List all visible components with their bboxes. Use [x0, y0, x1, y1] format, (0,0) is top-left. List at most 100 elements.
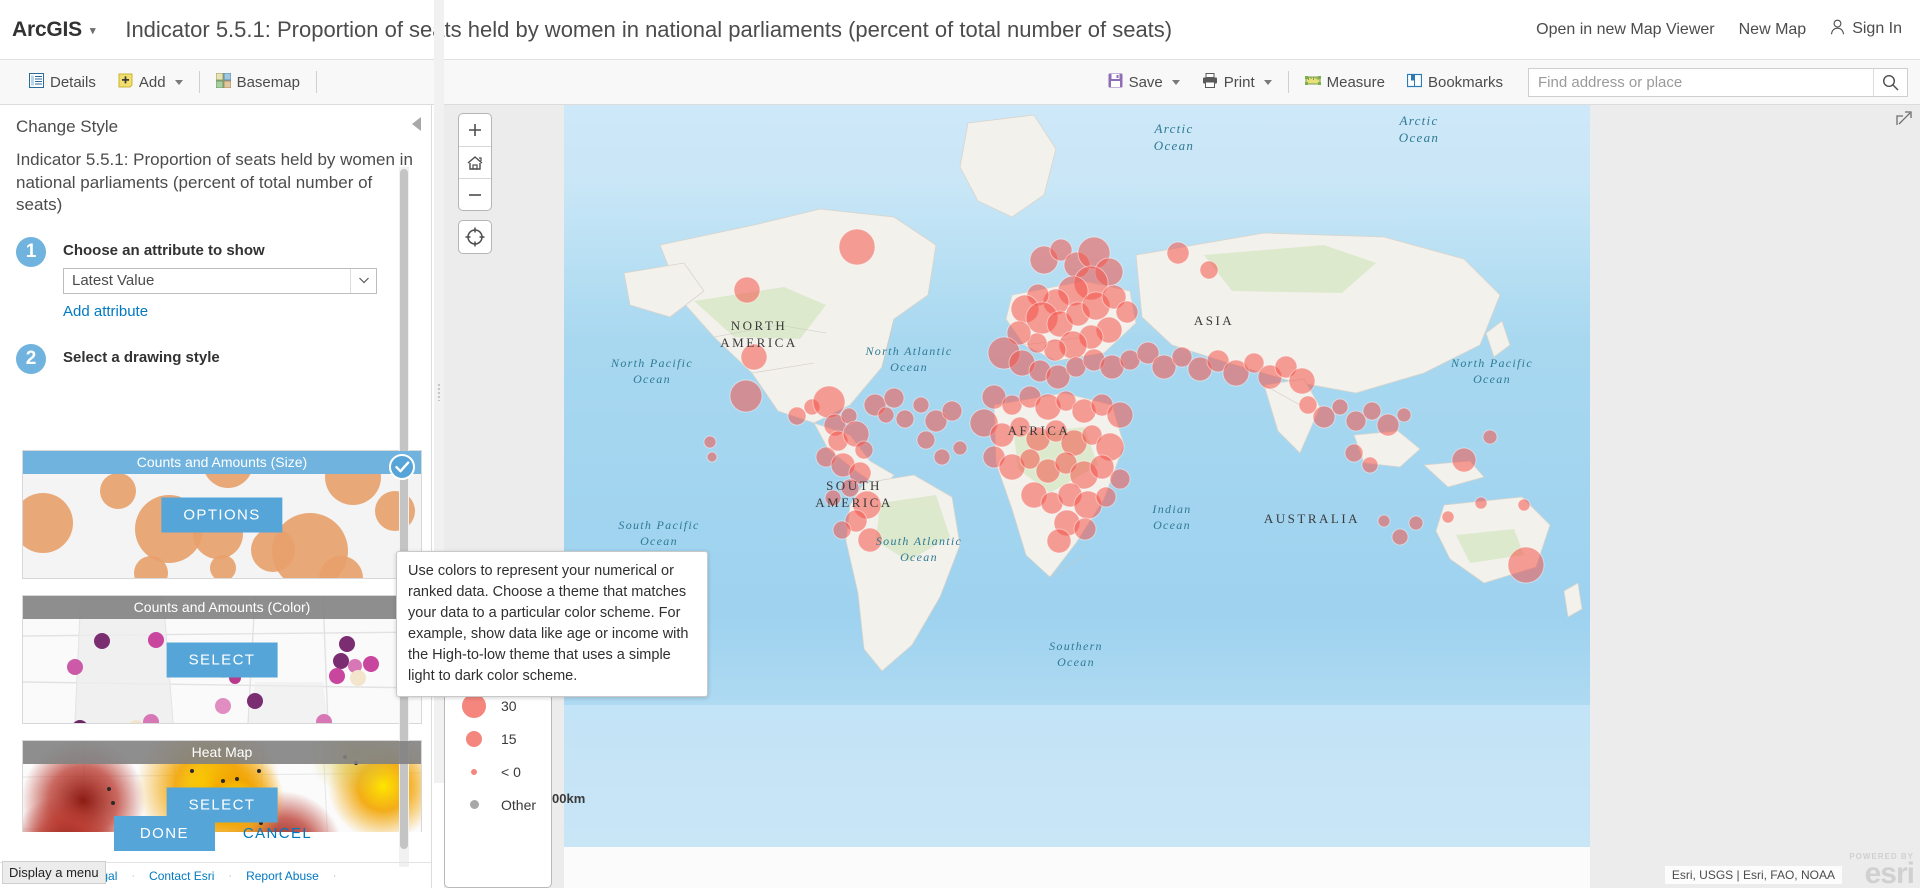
- map-data-point[interactable]: [1344, 443, 1364, 463]
- map-graphic: Arctic Ocean Arctic Ocean NORTH AMERICA SOUTH A…: [564, 105, 1590, 888]
- map-data-point[interactable]: [1288, 367, 1316, 395]
- map-data-point[interactable]: [733, 276, 761, 304]
- map-data-point[interactable]: [787, 406, 807, 426]
- map-data-point[interactable]: [912, 396, 930, 414]
- legend-label: Other: [501, 796, 537, 813]
- map-label: Ocean: [633, 372, 671, 386]
- search-box[interactable]: [1528, 67, 1908, 97]
- map-data-point[interactable]: [1408, 515, 1424, 531]
- collapse-left-arrow-icon[interactable]: [412, 117, 421, 131]
- map-data-point[interactable]: [1095, 486, 1117, 508]
- map-data-point[interactable]: [1109, 468, 1131, 490]
- map-data-point[interactable]: [1441, 510, 1455, 524]
- map-data-point[interactable]: [838, 228, 876, 266]
- add-button[interactable]: Add: [107, 65, 194, 99]
- map-data-point[interactable]: [1046, 528, 1072, 554]
- basemap-button[interactable]: Basemap: [205, 65, 311, 99]
- map-data-point[interactable]: [916, 430, 936, 450]
- map-data-point[interactable]: [1331, 398, 1349, 416]
- chevron-down-icon[interactable]: ▾: [90, 24, 96, 37]
- sign-in-link[interactable]: Sign In: [1830, 19, 1902, 40]
- bookmarks-button[interactable]: Bookmarks: [1396, 65, 1514, 99]
- map-data-point[interactable]: [952, 440, 968, 456]
- map-data-point[interactable]: [1361, 456, 1379, 474]
- map-data-point[interactable]: [812, 385, 846, 419]
- search-icon[interactable]: [1873, 68, 1907, 96]
- legend-label: < 0: [501, 763, 521, 780]
- map-data-point[interactable]: [1507, 546, 1545, 584]
- map-label: ASIA: [1194, 313, 1234, 328]
- map-data-point[interactable]: [706, 451, 718, 463]
- open-in-new-map-viewer-link[interactable]: Open in new Map Viewer: [1536, 21, 1714, 39]
- plus-icon[interactable]: [459, 114, 491, 146]
- map-data-point[interactable]: [941, 400, 963, 422]
- map-data-point[interactable]: [1199, 260, 1219, 280]
- map-data-point[interactable]: [1377, 514, 1391, 528]
- map-data-point[interactable]: [832, 520, 852, 540]
- map-label: Ocean: [640, 534, 678, 548]
- page-title: Indicator 5.5.1: Proportion of seats hel…: [125, 16, 1173, 42]
- style-card-counts-color[interactable]: Counts and Amounts (Color) SELECT: [22, 595, 422, 724]
- style-select-button-color[interactable]: SELECT: [166, 642, 278, 677]
- style-card-counts-size[interactable]: Counts and Amounts (Size) OPTIONS: [22, 450, 422, 579]
- map-label: South Atlantic: [876, 534, 962, 548]
- map-data-point[interactable]: [1482, 429, 1498, 445]
- attribute-select[interactable]: Latest Value: [63, 267, 377, 294]
- style-options-button[interactable]: OPTIONS: [161, 497, 283, 532]
- new-map-link[interactable]: New Map: [1739, 21, 1807, 39]
- map-label: North Pacific: [1450, 356, 1533, 370]
- map-data-point[interactable]: [933, 448, 951, 466]
- toolbar-left-group: Details Add Basemap: [18, 65, 322, 99]
- map-data-point[interactable]: [1362, 401, 1382, 421]
- map-area[interactable]: Arctic Ocean Arctic Ocean NORTH AMERICA SOUTH A…: [444, 105, 1920, 888]
- step-choose-attribute: 1 Choose an attribute to show Latest Val…: [0, 236, 431, 320]
- map-data-point[interactable]: [1391, 528, 1409, 546]
- map-data-point[interactable]: [1376, 413, 1400, 437]
- home-icon[interactable]: [459, 146, 491, 178]
- map-data-point[interactable]: [703, 435, 717, 449]
- map-data-point[interactable]: [729, 379, 763, 413]
- expand-map-icon[interactable]: [1896, 111, 1912, 132]
- minus-icon[interactable]: [459, 178, 491, 210]
- map-data-point[interactable]: [854, 440, 874, 460]
- map-data-point[interactable]: [1115, 300, 1139, 324]
- search-input[interactable]: [1529, 68, 1873, 96]
- legend-swatch: [451, 800, 497, 809]
- locate-crosshair-icon[interactable]: [458, 220, 492, 254]
- map-label: North Atlantic: [865, 344, 953, 358]
- map-data-point[interactable]: [895, 409, 915, 429]
- chevron-down-icon[interactable]: [350, 268, 376, 293]
- basemap-icon: [215, 72, 232, 92]
- style-selected-check-icon[interactable]: [389, 454, 415, 480]
- map-data-point[interactable]: [883, 387, 905, 409]
- save-button[interactable]: Save: [1097, 65, 1191, 99]
- add-attribute-link[interactable]: Add attribute: [63, 303, 415, 320]
- map-data-point[interactable]: [1073, 517, 1097, 541]
- map-data-point[interactable]: [1166, 241, 1190, 265]
- report-abuse-link[interactable]: Report Abuse: [246, 869, 319, 883]
- legend-dot-other-icon: [469, 800, 479, 809]
- details-button[interactable]: Details: [18, 65, 107, 99]
- map-label: Indian: [1151, 502, 1191, 516]
- style-tooltip: Use colors to represent your numerical o…: [396, 551, 708, 698]
- step-1-label: Choose an attribute to show: [63, 241, 265, 259]
- style-select-button-heat[interactable]: SELECT: [166, 787, 278, 822]
- map-data-point[interactable]: [877, 406, 895, 424]
- contact-esri-link[interactable]: Contact Esri: [149, 869, 214, 883]
- brand-label: ArcGIS: [12, 17, 82, 41]
- legend-item: < 0: [445, 755, 551, 788]
- map-data-point[interactable]: [1312, 405, 1336, 429]
- print-button[interactable]: Print: [1191, 65, 1283, 99]
- map-data-point[interactable]: [1517, 498, 1531, 512]
- map-data-point[interactable]: [1451, 447, 1477, 473]
- map-data-point[interactable]: [1106, 401, 1134, 429]
- details-label: Details: [50, 73, 96, 91]
- map-data-point[interactable]: [1474, 496, 1488, 510]
- bookmarks-label: Bookmarks: [1427, 73, 1503, 91]
- map-data-point[interactable]: [1396, 407, 1412, 423]
- arcgis-brand[interactable]: ArcGIS ▾: [12, 17, 96, 42]
- map-label: Ocean: [900, 550, 938, 564]
- zoom-controls[interactable]: [458, 113, 492, 211]
- measure-button[interactable]: Measure: [1294, 65, 1396, 99]
- map-canvas[interactable]: Arctic Ocean Arctic Ocean NORTH AMERICA SOUTH A…: [564, 105, 1590, 888]
